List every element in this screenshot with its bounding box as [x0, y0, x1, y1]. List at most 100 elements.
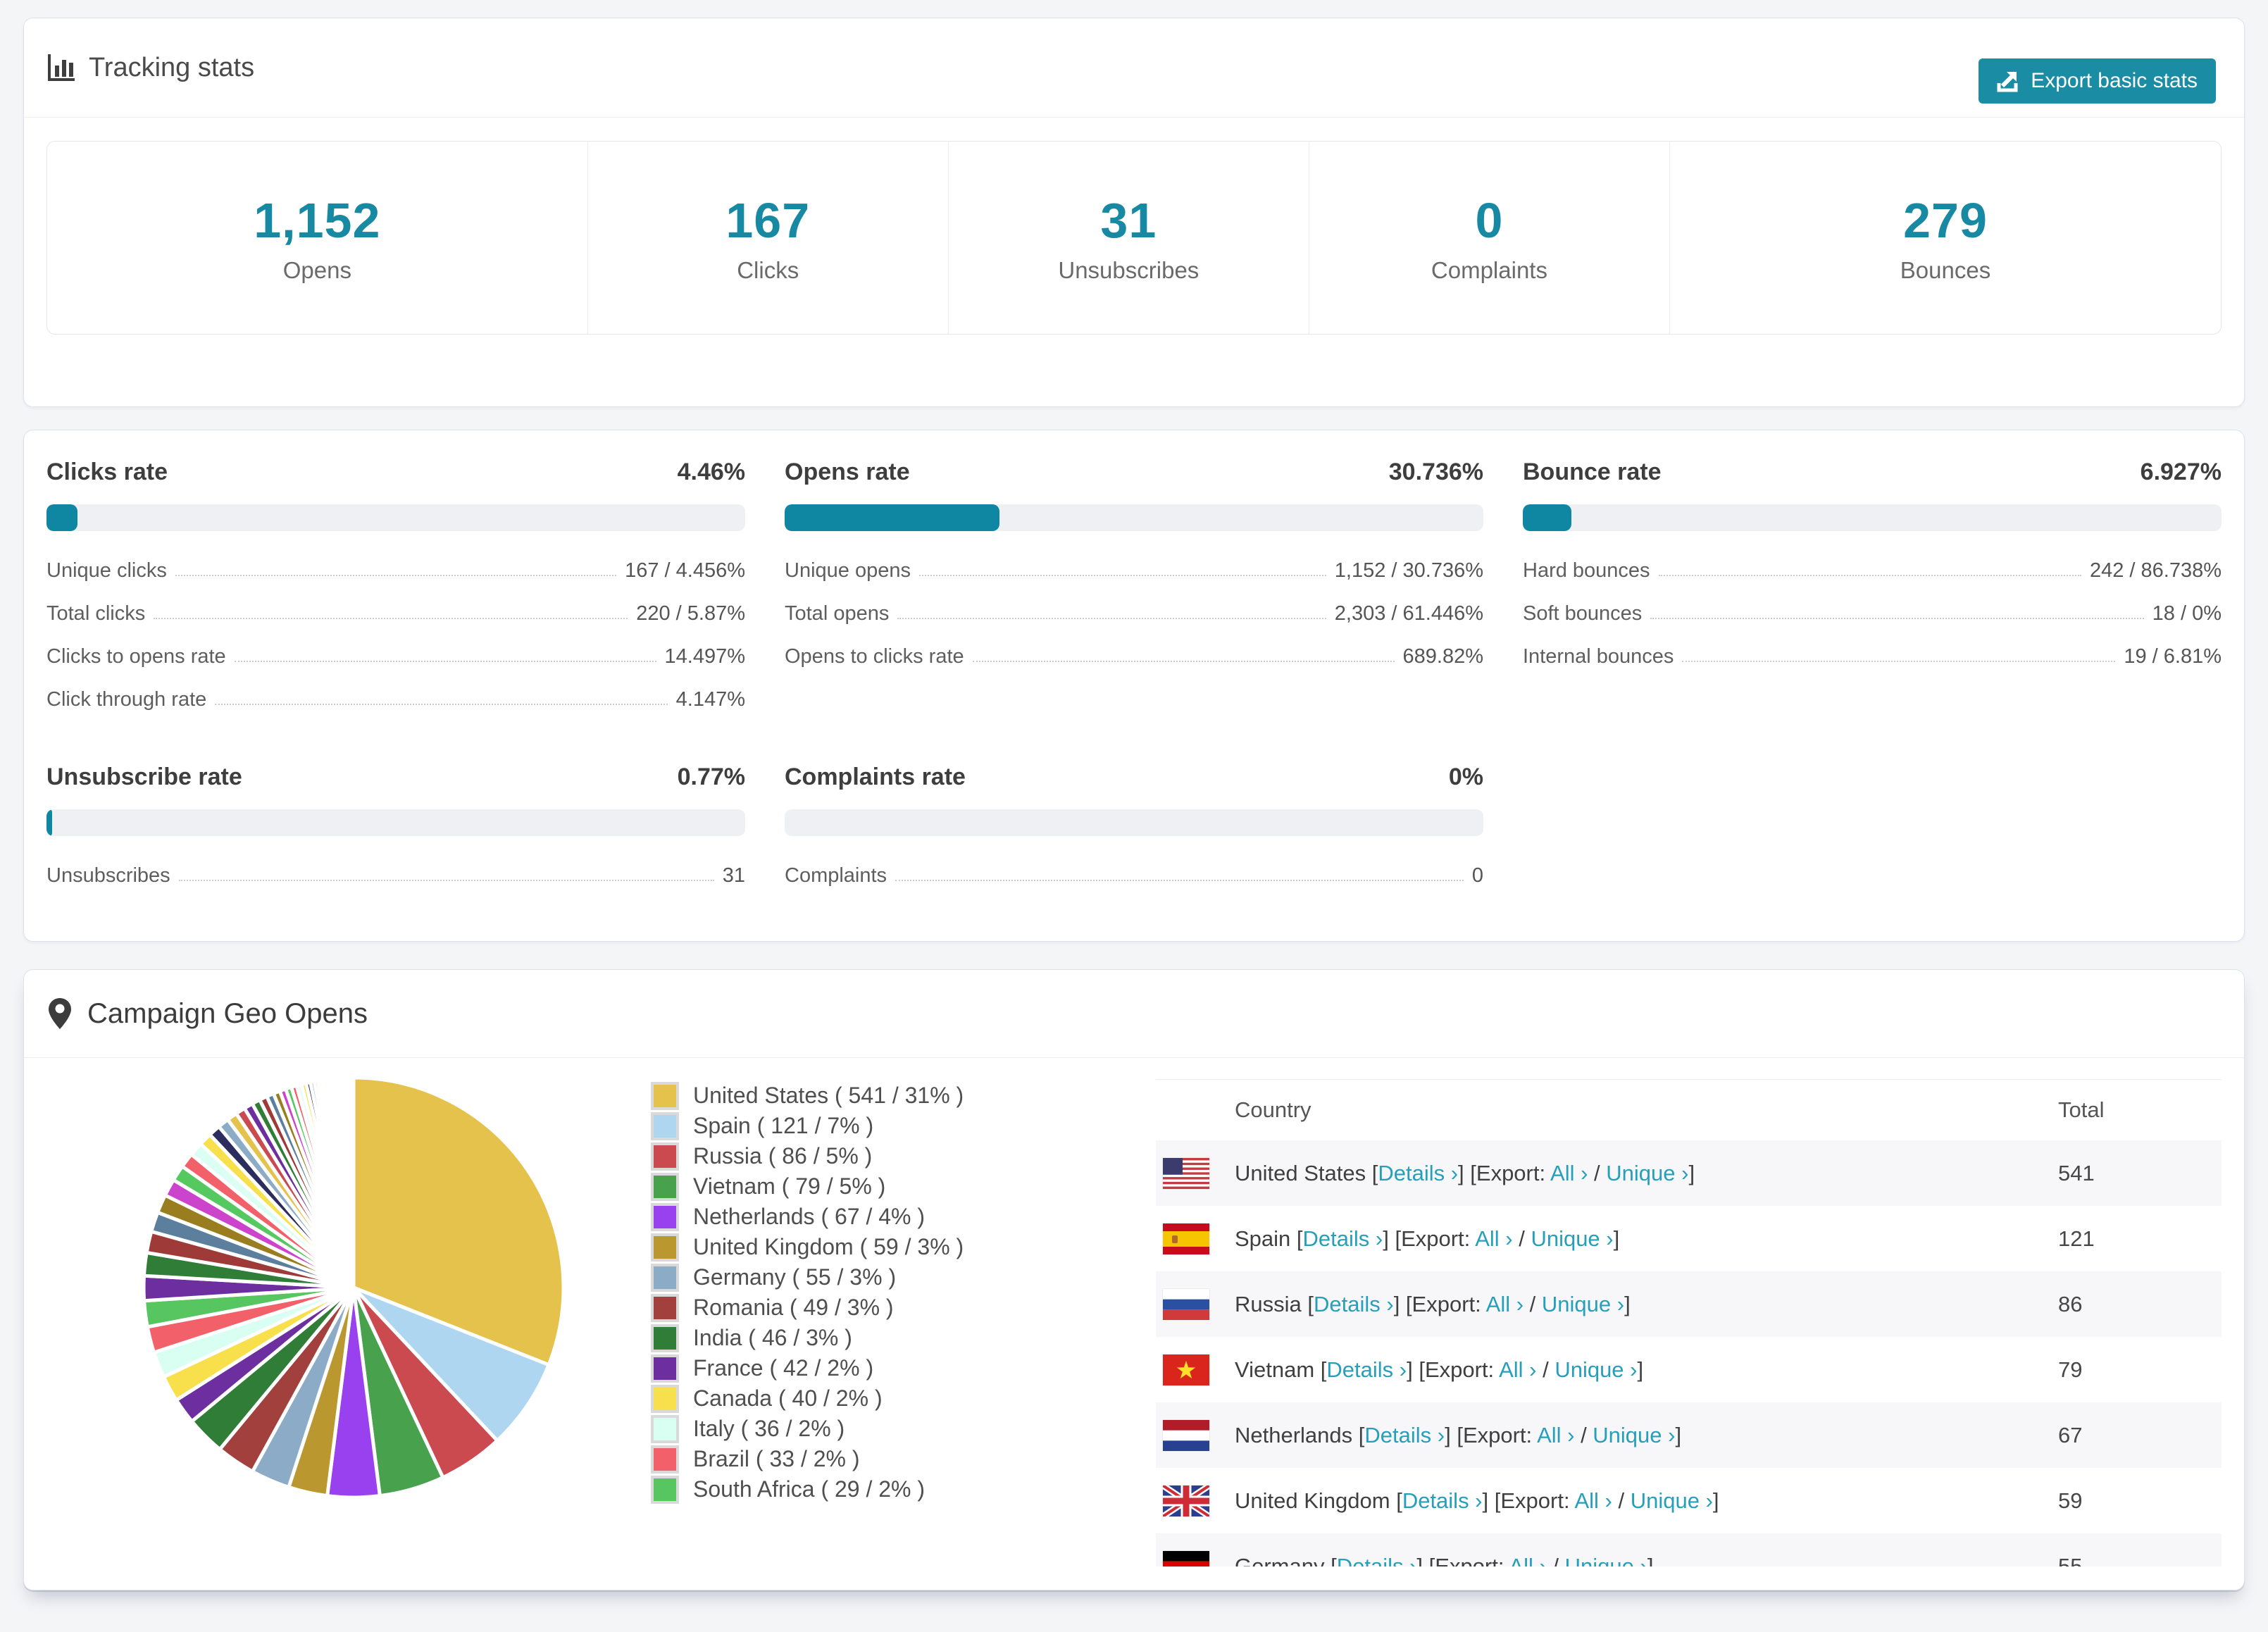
stat-clicks: 167 Clicks [588, 142, 949, 334]
legend-label: United States ( 541 / 31% ) [693, 1083, 964, 1108]
table-row-de: Germany [Details ›] [Export: All › / Uni… [1156, 1533, 2222, 1566]
rate-title: Opens rate [785, 459, 910, 485]
rate-value: 6.927% [2140, 459, 2222, 485]
export-all-link[interactable]: All › [1509, 1554, 1546, 1567]
total-value: 67 [2058, 1422, 2083, 1447]
legend-swatch [651, 1172, 679, 1201]
export-unique-link[interactable]: Unique › [1542, 1292, 1624, 1316]
total-value: 79 [2058, 1357, 2083, 1382]
rate-progress-bar [46, 809, 745, 836]
export-label: Export: [1462, 1422, 1533, 1447]
rate-value: 0% [1448, 764, 1483, 790]
legend-item-france[interactable]: France ( 42 / 2% ) [651, 1353, 964, 1383]
legend-label: Canada ( 40 / 2% ) [693, 1385, 883, 1411]
legend-item-india[interactable]: India ( 46 / 3% ) [651, 1323, 964, 1353]
geo-body: United States ( 541 / 31% ) Spain ( 121 /… [24, 1058, 2244, 1589]
legend-item-germany[interactable]: Germany ( 55 / 3% ) [651, 1262, 964, 1292]
page-title: Tracking stats [89, 52, 255, 82]
stat-unsubscribes: 31 Unsubscribes [949, 142, 1309, 334]
tracking-stats-header: Tracking stats Export basic stats [24, 18, 2244, 118]
details-link[interactable]: Details › [1303, 1226, 1383, 1251]
rate-section-clicks-rate: Clicks rate 4.46% Unique clicks 167 / 4.456… [46, 459, 745, 721]
legend-item-vietnam[interactable]: Vietnam ( 79 / 5% ) [651, 1171, 964, 1202]
stat-label: Unsubscribes [1058, 256, 1200, 283]
total-value: 59 [2058, 1488, 2083, 1513]
export-all-link[interactable]: All › [1499, 1357, 1536, 1382]
export-icon [1997, 69, 2021, 93]
tracking-stats-card: Tracking stats Export basic stats 1,152 O… [23, 18, 2245, 407]
legend-swatch [651, 1081, 679, 1110]
total-value: 55 [2058, 1553, 2083, 1567]
legend-swatch [651, 1445, 679, 1474]
export-unique-link[interactable]: Unique › [1531, 1226, 1613, 1251]
export-label: Export: [1412, 1291, 1481, 1316]
legend-swatch [651, 1233, 679, 1262]
country-name: Germany [1235, 1553, 1325, 1567]
country-name: Russia [1235, 1291, 1302, 1316]
legend-item-brazil[interactable]: Brazil ( 33 / 2% ) [651, 1444, 964, 1474]
export-label: Export: [1424, 1357, 1495, 1382]
rate-progress-bar [46, 504, 745, 531]
legend-item-italy[interactable]: Italy ( 36 / 2% ) [651, 1414, 964, 1444]
map-pin-icon [48, 997, 72, 1030]
country-name: United Kingdom [1235, 1488, 1390, 1513]
legend-swatch [651, 1263, 679, 1292]
rate-progress-bar [1523, 504, 2222, 531]
legend-item-romania[interactable]: Romania ( 49 / 3% ) [651, 1292, 964, 1323]
export-all-link[interactable]: All › [1475, 1226, 1512, 1251]
rate-progress-bar [785, 809, 1483, 836]
rate-section-unsubscribe-rate: Unsubscribe rate 0.77% Unsubscribes 31 [46, 764, 745, 897]
legend-item-spain[interactable]: Spain ( 121 / 7% ) [651, 1111, 964, 1141]
table-row-nl: Netherlands [Details ›] [Export: All › /… [1156, 1402, 2222, 1468]
legend-label: Romania ( 49 / 3% ) [693, 1295, 894, 1320]
legend-item-united-kingdom[interactable]: United Kingdom ( 59 / 3% ) [651, 1232, 964, 1262]
details-link[interactable]: Details › [1326, 1357, 1407, 1382]
legend-label: Germany ( 55 / 3% ) [693, 1264, 897, 1290]
legend-label: Russia ( 86 / 5% ) [693, 1143, 873, 1169]
export-unique-link[interactable]: Unique › [1631, 1488, 1713, 1513]
rate-row: Hard bounces 242 / 86.738% [1523, 559, 2222, 582]
details-link[interactable]: Details › [1337, 1554, 1417, 1567]
details-link[interactable]: Details › [1378, 1161, 1458, 1185]
column-header-total: Total [2058, 1097, 2105, 1122]
legend-item-netherlands[interactable]: Netherlands ( 67 / 4% ) [651, 1202, 964, 1232]
stat-complaints: 0 Complaints [1309, 142, 1670, 334]
rate-row: Soft bounces 18 / 0% [1523, 602, 2222, 625]
export-unique-link[interactable]: Unique › [1593, 1423, 1675, 1447]
details-link[interactable]: Details › [1402, 1488, 1483, 1513]
rate-row: Opens to clicks rate 689.82% [785, 645, 1483, 668]
stats-summary-band: 1,152 Opens 167 Clicks 31 Unsubscribes 0 Compla… [46, 141, 2222, 335]
bar-chart-icon [46, 53, 76, 82]
dotted-leader [1682, 661, 2116, 662]
stat-value: 31 [1100, 192, 1157, 248]
export-all-link[interactable]: All › [1537, 1423, 1574, 1447]
export-all-link[interactable]: All › [1550, 1161, 1588, 1185]
table-row-gb: United Kingdom [Details ›] [Export: All … [1156, 1468, 2222, 1533]
details-link[interactable]: Details › [1364, 1423, 1445, 1447]
geo-opens-card: Campaign Geo Opens United States ( 541 /… [23, 969, 2245, 1590]
export-unique-link[interactable]: Unique › [1606, 1161, 1688, 1185]
export-all-link[interactable]: All › [1486, 1292, 1524, 1316]
details-link[interactable]: Details › [1314, 1292, 1394, 1316]
flag-gb-icon [1163, 1485, 1209, 1516]
export-all-link[interactable]: All › [1574, 1488, 1612, 1513]
legend-item-united-states[interactable]: United States ( 541 / 31% ) [651, 1080, 964, 1111]
rate-value: 4.46% [677, 459, 745, 485]
legend-swatch [651, 1323, 679, 1352]
legend-swatch [651, 1475, 679, 1504]
rate-row: Complaints 0 [785, 864, 1483, 887]
legend-label: Brazil ( 33 / 2% ) [693, 1446, 860, 1471]
export-basic-stats-button[interactable]: Export basic stats [1979, 58, 2216, 104]
export-label: Export: [1435, 1553, 1504, 1567]
legend-swatch [651, 1111, 679, 1140]
legend-swatch [651, 1354, 679, 1383]
legend-label: Italy ( 36 / 2% ) [693, 1416, 845, 1441]
legend-item-russia[interactable]: Russia ( 86 / 5% ) [651, 1141, 964, 1171]
total-value: 541 [2058, 1160, 2095, 1185]
export-unique-link[interactable]: Unique › [1565, 1554, 1647, 1567]
legend-item-south-africa[interactable]: South Africa ( 29 / 2% ) [651, 1474, 964, 1505]
country-name: Vietnam [1235, 1357, 1315, 1382]
export-unique-link[interactable]: Unique › [1554, 1357, 1637, 1382]
legend-item-canada[interactable]: Canada ( 40 / 2% ) [651, 1383, 964, 1414]
country-name: Netherlands [1235, 1422, 1353, 1447]
